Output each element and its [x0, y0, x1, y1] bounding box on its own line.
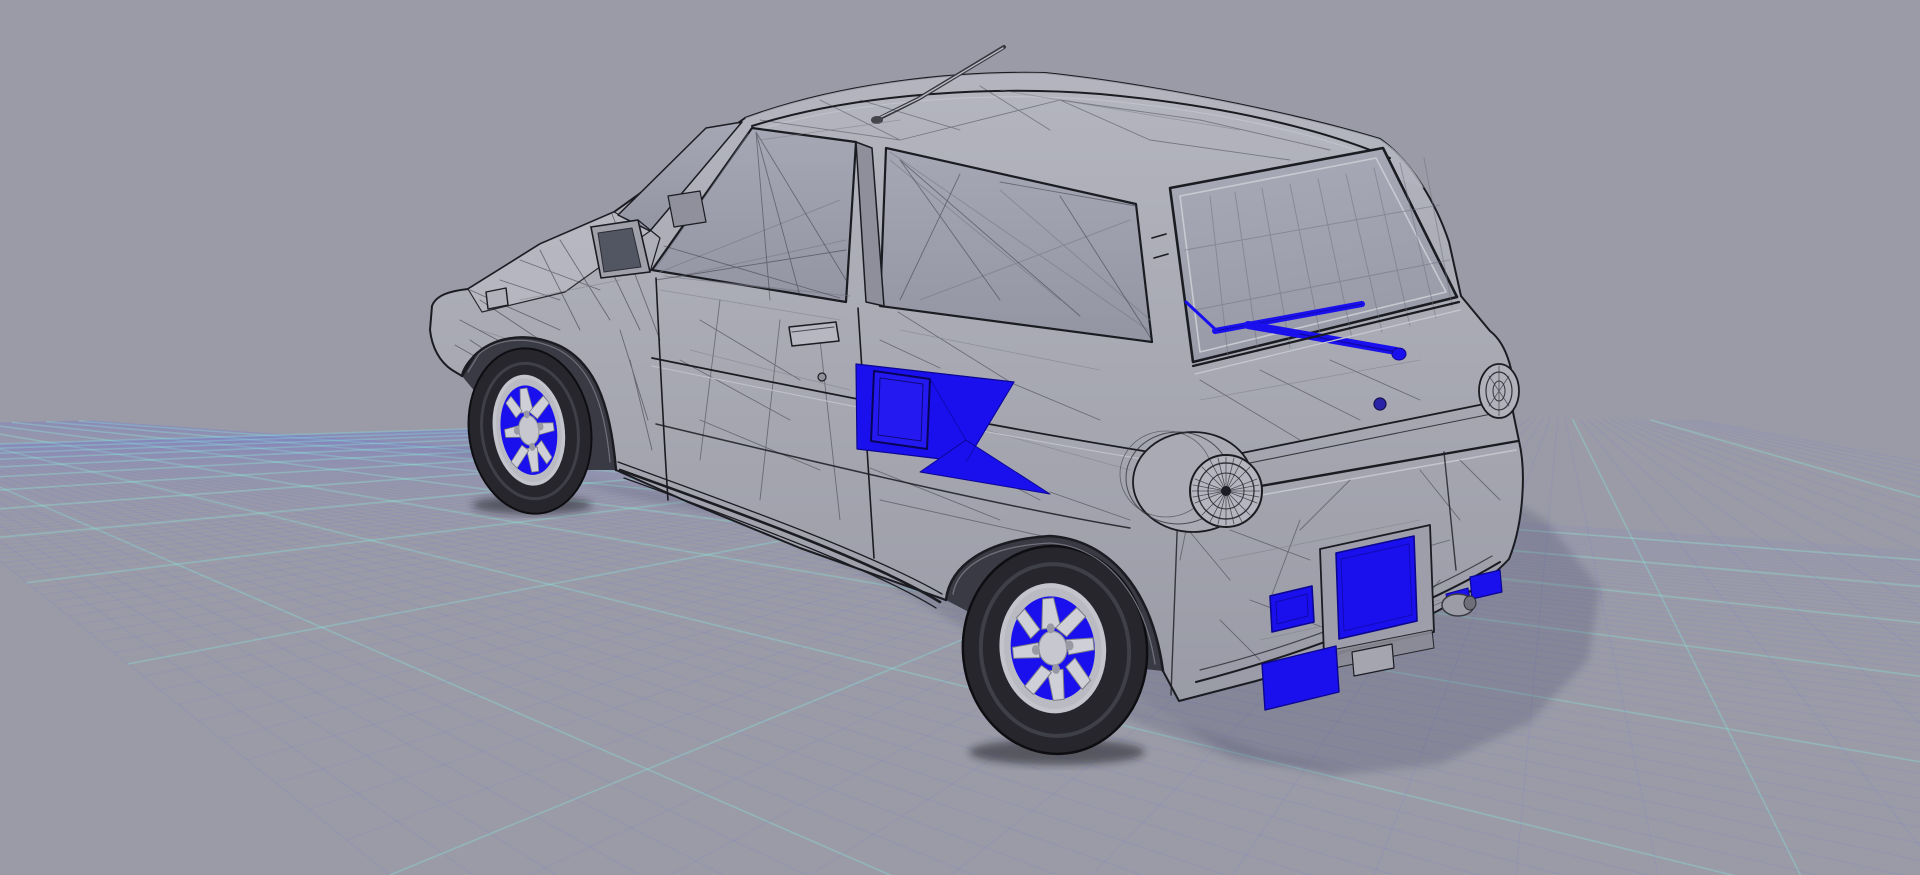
far-mirror	[667, 190, 707, 228]
side-marker-lamp[interactable]	[485, 287, 509, 310]
scene-canvas	[0, 45, 1920, 875]
3d-viewport[interactable]	[0, 0, 1920, 875]
tail-light-right[interactable]	[1478, 363, 1520, 419]
keyhole	[817, 372, 827, 382]
tailgate-lock[interactable]	[1373, 397, 1387, 411]
car-model[interactable]	[429, 45, 1524, 765]
